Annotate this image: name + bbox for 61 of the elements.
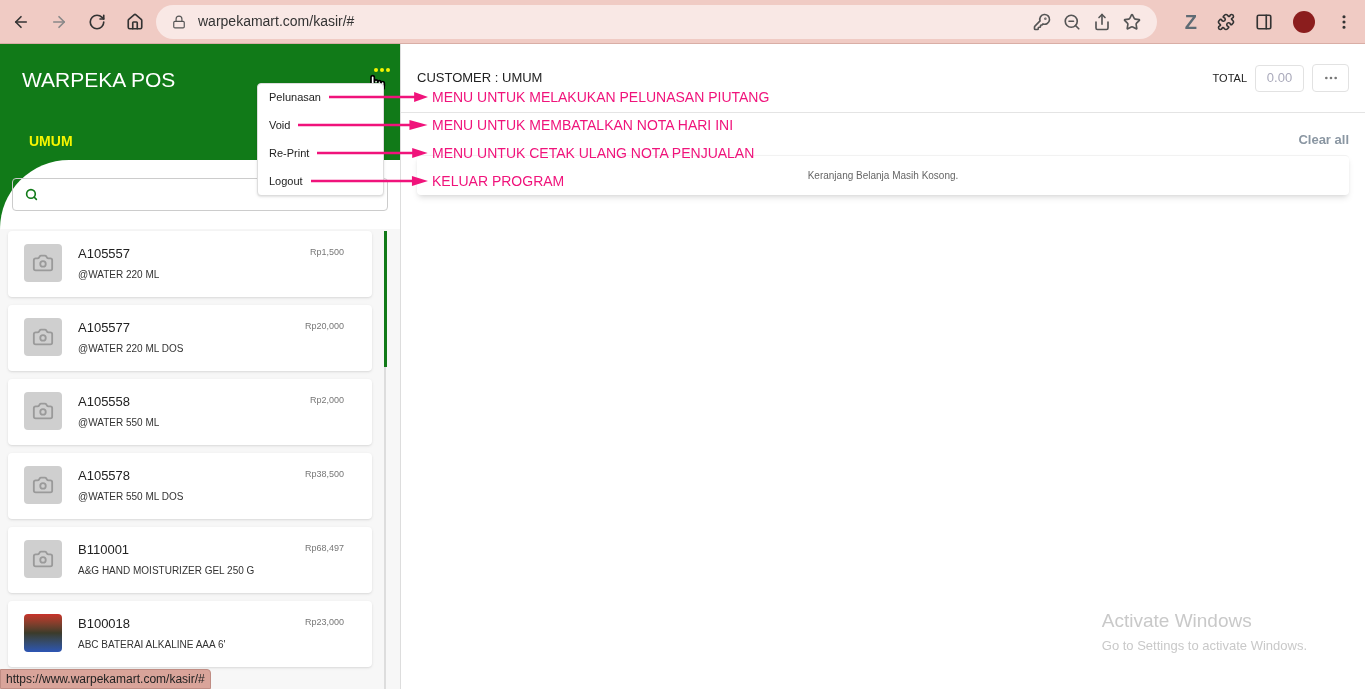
zoom-out-icon[interactable] bbox=[1062, 12, 1081, 31]
scrollbar-thumb[interactable] bbox=[384, 231, 387, 367]
product-price: Rp68,497 bbox=[304, 542, 344, 555]
annotation-text: KELUAR PROGRAM bbox=[432, 171, 565, 191]
product-name: @WATER 220 ML DOS bbox=[78, 341, 185, 356]
product-code: B100018 bbox=[78, 615, 132, 633]
empty-cart-message: Keranjang Belanja Masih Kosong. bbox=[807, 168, 959, 183]
profile-avatar[interactable] bbox=[1293, 10, 1315, 33]
dots-menu-icon[interactable] bbox=[374, 68, 390, 72]
product-price: Rp38,500 bbox=[304, 468, 344, 481]
app-title: WARPEKA POS bbox=[22, 67, 176, 93]
share-icon[interactable] bbox=[1092, 12, 1111, 31]
side-panel-icon[interactable] bbox=[1255, 12, 1273, 31]
extensions-icon[interactable] bbox=[1217, 12, 1235, 31]
product-card[interactable]: A105558 @WATER 550 ML Rp2,000 bbox=[8, 379, 372, 445]
product-name: @WATER 550 ML DOS bbox=[78, 489, 185, 504]
product-code: A105558 bbox=[78, 393, 132, 411]
annotation-text: MENU UNTUK MELAKUKAN PELUNASAN PIUTANG bbox=[432, 87, 770, 107]
product-code: B110001 bbox=[78, 541, 131, 559]
no-image-placeholder bbox=[24, 244, 62, 282]
bookmark-star-icon[interactable] bbox=[1122, 12, 1141, 31]
product-card[interactable]: A105578 @WATER 550 ML DOS Rp38,500 bbox=[8, 453, 372, 519]
menu-item[interactable]: Re-Print bbox=[269, 144, 310, 162]
search-icon bbox=[25, 188, 38, 201]
product-name: @WATER 220 ML bbox=[78, 267, 161, 282]
no-image-placeholder bbox=[24, 540, 62, 578]
product-name: @WATER 550 ML bbox=[78, 415, 161, 430]
total-label: TOTAL bbox=[1212, 70, 1247, 86]
product-code: A105578 bbox=[78, 467, 132, 485]
product-code: A105557 bbox=[78, 245, 132, 263]
status-url-tooltip: https://www.warpekamart.com/kasir/# bbox=[0, 669, 211, 689]
extension-button[interactable]: Z bbox=[1184, 6, 1197, 37]
customer-label: CUSTOMER : UMUM bbox=[417, 69, 544, 88]
product-price: Rp23,000 bbox=[304, 616, 344, 629]
home-icon[interactable] bbox=[126, 12, 144, 31]
no-image-placeholder bbox=[24, 466, 62, 504]
annotation-text: MENU UNTUK CETAK ULANG NOTA PENJUALAN bbox=[432, 143, 755, 163]
product-price: Rp2,000 bbox=[309, 394, 344, 407]
product-price: Rp1,500 bbox=[309, 246, 344, 259]
product-card[interactable]: B110001 A&G HAND MOISTURIZER GEL 250 G Rp68,497 bbox=[8, 527, 372, 593]
annotation-text: MENU UNTUK MEMBATALKAN NOTA HARI INI bbox=[432, 115, 734, 135]
menu-item[interactable]: Pelunasan bbox=[269, 88, 321, 106]
key-icon[interactable] bbox=[1032, 12, 1051, 31]
product-card[interactable]: B100018 ABC BATERAI ALKALINE AAA 6' Rp23,000 bbox=[8, 601, 372, 667]
lock-icon bbox=[172, 14, 186, 29]
reload-icon[interactable] bbox=[88, 12, 106, 31]
no-image-placeholder bbox=[24, 392, 62, 430]
product-code: A105577 bbox=[78, 319, 132, 337]
menu-item[interactable]: Logout bbox=[269, 172, 303, 190]
product-name: ABC BATERAI ALKALINE AAA 6' bbox=[78, 637, 227, 652]
product-card[interactable]: A105577 @WATER 220 ML DOS Rp20,000 bbox=[8, 305, 372, 371]
url-text: warpekamart.com/kasir/# bbox=[198, 12, 356, 31]
photo-placeholder bbox=[24, 614, 62, 652]
total-field: 0.00 bbox=[1255, 64, 1304, 92]
customer-name: UMUM bbox=[29, 131, 74, 151]
address-bar[interactable]: warpekamart.com/kasir/# bbox=[156, 4, 1157, 39]
menu-item[interactable]: Void bbox=[269, 116, 291, 134]
product-card[interactable]: A105557 @WATER 220 ML Rp1,500 bbox=[8, 231, 372, 297]
no-image-placeholder bbox=[24, 318, 62, 356]
product-name: A&G HAND MOISTURIZER GEL 250 G bbox=[78, 563, 256, 578]
product-price: Rp20,000 bbox=[304, 320, 344, 333]
